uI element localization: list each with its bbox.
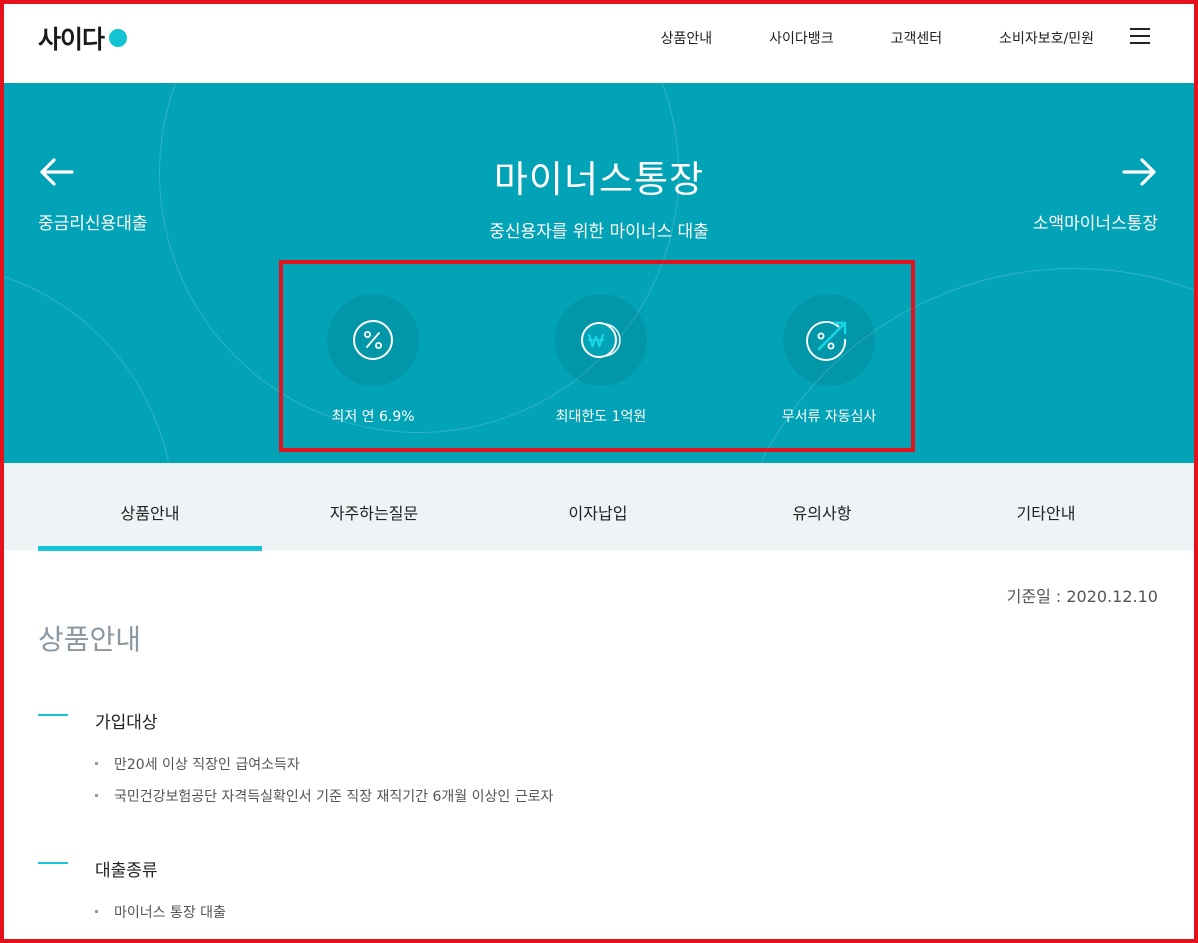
site-header: 사이다 상품안내 사이다뱅크 고객센터 소비자보호/민원: [4, 4, 1194, 83]
tab-interest-payment[interactable]: 이자납입: [486, 463, 710, 550]
feature-circle: [555, 294, 647, 386]
won-coin-icon: [581, 322, 621, 358]
feature-auto-review: 무서류 자동심사: [749, 294, 909, 426]
list-item: 국민건강보험공단 자격득실확인서 기준 직장 재직기간 6개월 이상인 근로자: [95, 786, 553, 818]
feature-label: 무서류 자동심사: [781, 409, 877, 425]
feature-circle: [327, 294, 419, 386]
page-title: 마이너스통장: [493, 158, 705, 201]
section-dash-icon: [38, 714, 68, 716]
list-item: 마이너스 통장 대출: [95, 902, 226, 934]
group-list: 마이너스 통장 대출: [95, 902, 226, 934]
base-date: 기준일 : 2020.12.10: [1006, 587, 1158, 606]
feature-label: 최대한도 1억원: [555, 409, 647, 425]
product-hero: 중금리신용대출 소액마이너스통장 마이너스통장 중신용자를 위한 마이너스 대출…: [4, 83, 1194, 463]
page-subtitle: 중신용자를 위한 마이너스 대출: [489, 222, 709, 242]
feature-highlight-box: 최저 연 6.9% 최대한도 1억원 무서류 자동심사: [279, 260, 915, 452]
hamburger-menu-icon[interactable]: [1130, 28, 1150, 46]
product-tabs: 상품안내 자주하는질문 이자납입 유의사항 기타안내: [4, 463, 1194, 551]
feature-lowest-rate: 최저 연 6.9%: [293, 294, 453, 426]
group-list: 만20세 이상 직장인 급여소득자 국민건강보험공단 자격득실확인서 기준 직장…: [95, 754, 553, 818]
percent-icon: [353, 320, 393, 360]
group-title: 대출종류: [95, 861, 158, 881]
group-title: 가입대상: [95, 713, 158, 733]
nav-item-products[interactable]: 상품안내: [661, 28, 713, 48]
feature-label: 최저 연 6.9%: [331, 409, 415, 425]
logo-dot-icon: [109, 29, 128, 47]
feature-max-limit: 최대한도 1억원: [521, 294, 681, 426]
section-dash-icon: [38, 862, 68, 864]
feature-circle: [783, 294, 875, 386]
percent-arrow-up-icon: [806, 320, 847, 361]
decor-ring: [4, 263, 174, 463]
tab-product-info[interactable]: 상품안내: [38, 463, 262, 551]
list-item: 만20세 이상 직장인 급여소득자: [95, 754, 553, 786]
nav-item-consumer-protection[interactable]: 소비자보호/민원: [999, 28, 1094, 48]
brand-logo[interactable]: 사이다: [38, 22, 128, 54]
nav-item-customer-center[interactable]: 고객센터: [891, 28, 943, 48]
tab-other-info[interactable]: 기타안내: [934, 463, 1158, 550]
nav-item-saida-bank[interactable]: 사이다뱅크: [769, 28, 833, 48]
tab-notices[interactable]: 유의사항: [710, 463, 934, 550]
logo-text: 사이다: [38, 25, 105, 54]
section-title: 상품안내: [38, 623, 142, 656]
tab-faq[interactable]: 자주하는질문: [262, 463, 486, 550]
global-nav: 상품안내 사이다뱅크 고객센터 소비자보호/민원: [661, 28, 1094, 48]
